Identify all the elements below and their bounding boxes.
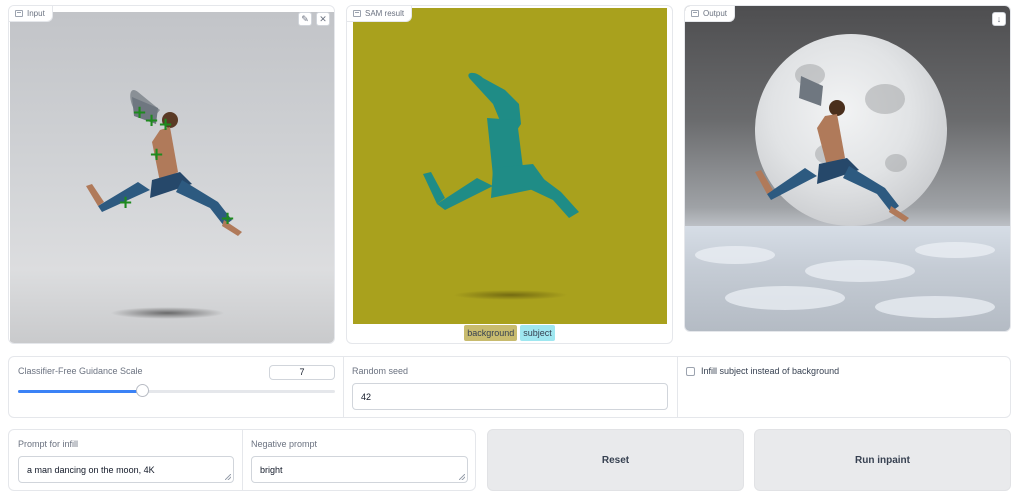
- prompt-row: Prompt for infill a man dancing on the m…: [8, 429, 476, 491]
- dancer-figure: [86, 90, 242, 236]
- guidance-slider[interactable]: [18, 390, 335, 393]
- point-marker[interactable]: +: [158, 116, 173, 134]
- output-label-text: Output: [703, 9, 728, 18]
- negative-prompt-label: Negative prompt: [251, 439, 318, 449]
- input-image-panel[interactable]: Input ✎ ✕ + + + + + +: [8, 5, 335, 344]
- subject-mask: [423, 72, 579, 218]
- legend-background[interactable]: background: [464, 325, 518, 341]
- point-marker[interactable]: +: [144, 112, 159, 130]
- input-label: Input: [9, 6, 53, 22]
- point-marker[interactable]: +: [118, 194, 133, 212]
- negative-prompt-input[interactable]: bright: [251, 456, 468, 483]
- close-icon[interactable]: ✕: [316, 12, 330, 26]
- seed-input[interactable]: 42: [352, 383, 668, 410]
- prompt-input[interactable]: a man dancing on the moon, 4K: [18, 456, 234, 483]
- image-icon: [353, 10, 361, 17]
- settings-row: Classifier-Free Guidance Scale 7 Random …: [8, 356, 1011, 418]
- infill-subject-checkbox[interactable]: [686, 367, 695, 376]
- pencil-icon[interactable]: ✎: [298, 12, 312, 26]
- sam-result-panel: SAM result background subject: [346, 5, 673, 344]
- sam-mask-image: [353, 8, 667, 324]
- run-inpaint-button[interactable]: Run inpaint: [754, 429, 1011, 491]
- point-marker[interactable]: +: [220, 210, 235, 228]
- prompt-input-text: a man dancing on the moon, 4K: [27, 464, 155, 475]
- input-image[interactable]: + + + + + +: [10, 12, 334, 343]
- infill-subject-label[interactable]: Infill subject instead of background: [701, 366, 839, 376]
- output-image: [685, 6, 1010, 331]
- negative-prompt-text: bright: [260, 464, 283, 475]
- guidance-slider-fill: [18, 390, 142, 393]
- point-marker[interactable]: +: [149, 146, 164, 164]
- guidance-number-input[interactable]: 7: [269, 365, 335, 380]
- dancer-figure: [755, 76, 909, 222]
- image-icon: [691, 10, 699, 17]
- reset-button[interactable]: Reset: [487, 429, 744, 491]
- mask-legend: background subject: [347, 325, 672, 341]
- resize-handle[interactable]: [459, 474, 465, 480]
- input-label-text: Input: [27, 9, 45, 18]
- image-icon: [15, 10, 23, 17]
- output-label: Output: [685, 6, 736, 22]
- seed-label: Random seed: [352, 366, 409, 376]
- sam-result-label-text: SAM result: [365, 9, 405, 18]
- prompt-label: Prompt for infill: [18, 439, 79, 449]
- legend-subject[interactable]: subject: [520, 325, 555, 341]
- sam-result-label: SAM result: [347, 6, 413, 22]
- output-image-panel: Output ↓: [684, 5, 1011, 332]
- resize-handle[interactable]: [225, 474, 231, 480]
- guidance-slider-thumb[interactable]: [135, 384, 149, 397]
- guidance-label: Classifier-Free Guidance Scale: [18, 366, 143, 376]
- download-icon[interactable]: ↓: [992, 12, 1006, 26]
